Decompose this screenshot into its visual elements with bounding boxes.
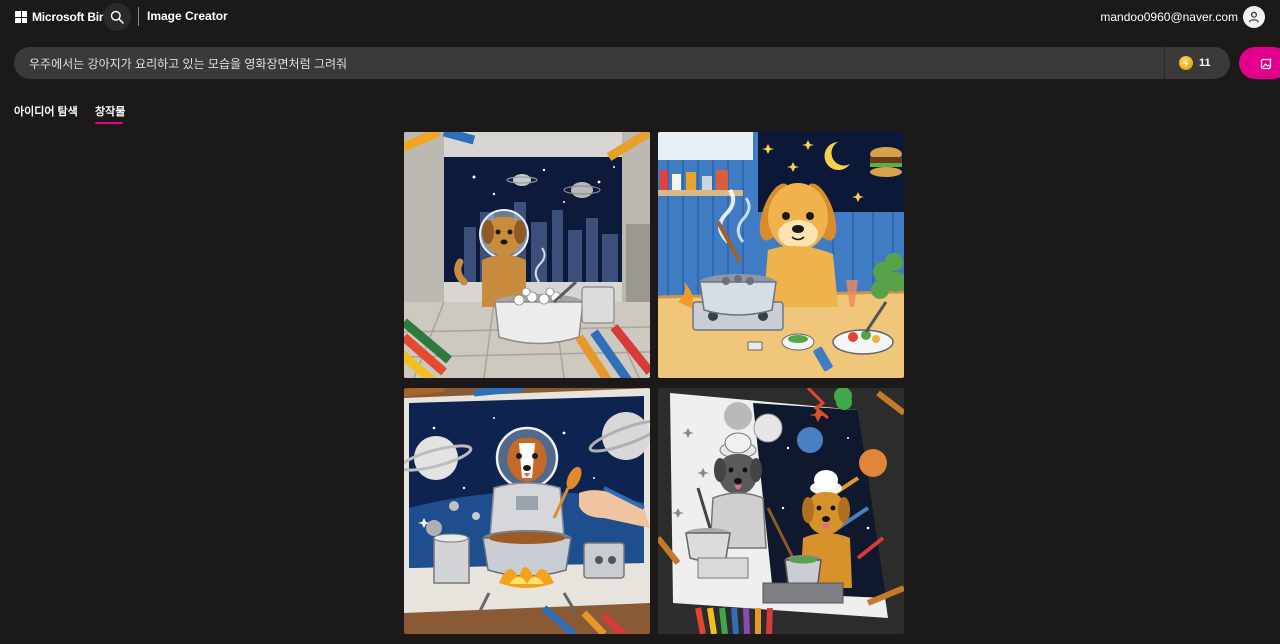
bing-logo[interactable]: Microsoft Bing	[15, 9, 113, 25]
result-image-2[interactable]	[658, 132, 904, 378]
prompt-input-bar[interactable]: 우주에서는 강아지가 요리하고 있는 모습을 영화장면처럼 그려줘 11	[14, 47, 1230, 79]
boost-coin-icon	[1179, 56, 1193, 70]
result-image-4[interactable]	[658, 388, 904, 634]
search-button[interactable]	[103, 3, 131, 31]
tab-creations[interactable]: 창작물	[95, 103, 125, 119]
user-avatar-icon	[1248, 11, 1260, 23]
brand-name: Microsoft Bing	[32, 10, 114, 24]
result-image-1[interactable]	[404, 132, 650, 378]
top-bar: Microsoft Bing Image Creator mandoo0960@…	[0, 0, 1280, 34]
tab-explore-ideas[interactable]: 아이디어 탐색	[14, 103, 78, 119]
user-email[interactable]: mandoo0960@naver.com	[1100, 10, 1238, 24]
create-button[interactable]	[1239, 47, 1280, 79]
search-icon	[110, 10, 124, 24]
microsoft-logo-icon	[15, 11, 27, 23]
boost-counter[interactable]: 11	[1164, 47, 1230, 79]
result-image-3[interactable]	[404, 388, 650, 634]
create-image-icon	[1260, 57, 1273, 69]
active-tab-indicator	[95, 122, 123, 124]
boost-count: 11	[1199, 57, 1211, 69]
user-avatar-button[interactable]	[1243, 6, 1265, 28]
prompt-input[interactable]: 우주에서는 강아지가 요리하고 있는 모습을 영화장면처럼 그려줘	[14, 55, 1164, 72]
product-title[interactable]: Image Creator	[147, 9, 228, 23]
header-divider	[138, 7, 139, 26]
